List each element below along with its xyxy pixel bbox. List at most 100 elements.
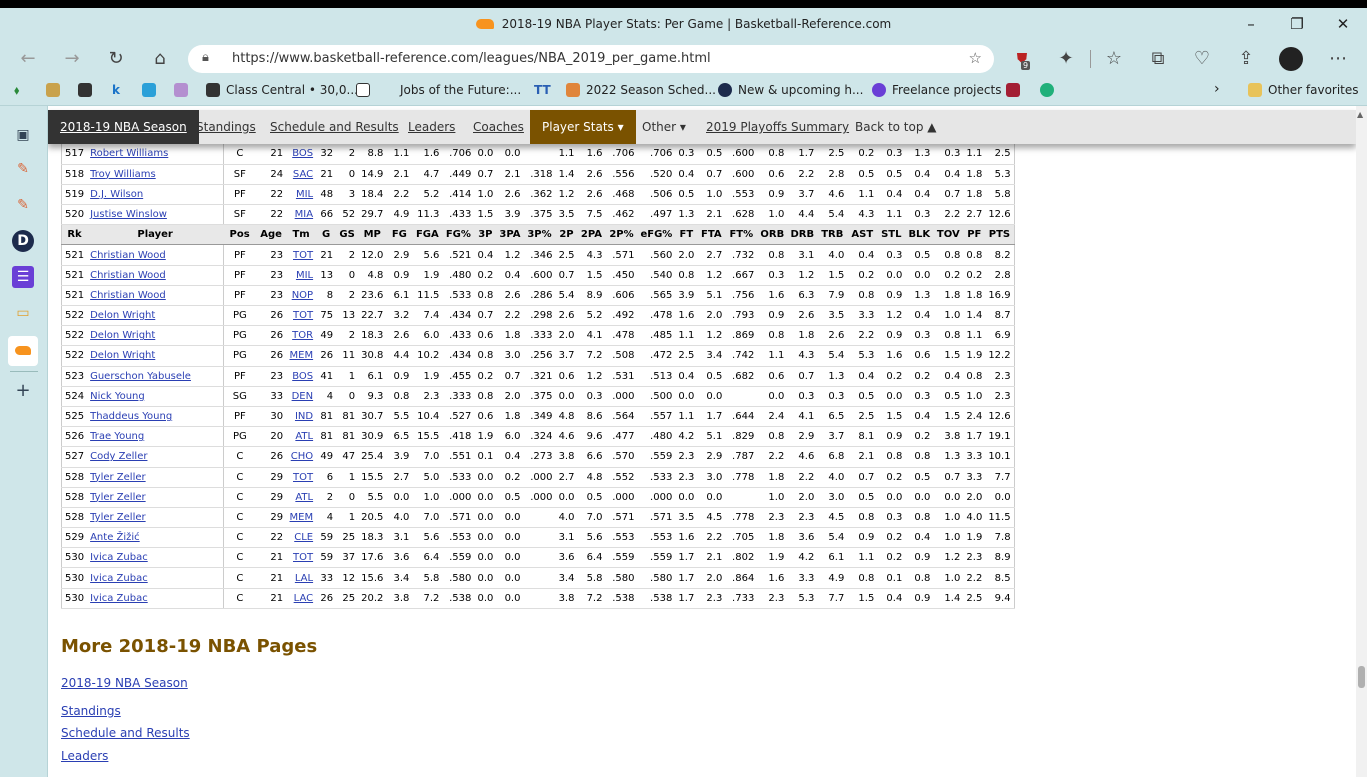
more-link-season[interactable]: 2018-19 NBA Season [61,676,188,690]
bookmark-freelance[interactable]: Freelance projects [872,83,1001,97]
add-tab-icon[interactable]: + [12,380,34,402]
team-link[interactable]: NOP [292,290,313,301]
tab-actions-icon[interactable]: ▣ [12,124,34,146]
column-header[interactable]: FT% [725,224,758,246]
green-shield-favicon-icon[interactable] [1040,83,1060,97]
sidebar-basketball-reference-tab[interactable] [8,336,38,366]
chevron-right-icon[interactable]: › [1214,81,1220,97]
team-link[interactable]: TOT [293,310,313,321]
team-link[interactable]: TOT [293,472,313,483]
column-header[interactable]: FTA [697,224,726,246]
player-link[interactable]: Justise Winslow [90,209,167,220]
close-icon[interactable]: ✕ [1328,14,1358,34]
stack-favicon-icon[interactable] [174,83,194,97]
nav-other[interactable]: Other ▾ [642,110,686,144]
player-link[interactable]: Ante Žižić [90,532,140,543]
collections-icon[interactable]: ⧉ [1146,48,1170,70]
scroll-up-icon[interactable]: ▲ [1357,110,1363,119]
column-header[interactable]: 2P% [605,224,638,246]
column-header[interactable]: AST [847,224,878,246]
team-link[interactable]: SAC [293,169,313,180]
home-icon[interactable]: ⌂ [148,48,172,70]
team-link[interactable]: MEM [290,350,314,361]
team-link[interactable]: ATL [295,492,313,503]
address-bar[interactable]: 🔒︎ https://www.basketball-reference.com/… [188,45,994,73]
back-icon[interactable]: ← [16,48,40,70]
extensions-icon[interactable]: ✦ [1054,48,1078,70]
player-link[interactable]: Delon Wright [90,310,155,321]
column-header[interactable]: 3P [474,224,497,246]
nav-season[interactable]: 2018-19 NBA Season [48,110,199,144]
player-link[interactable]: Tyler Zeller [90,492,146,503]
leaf-favicon-icon[interactable]: ⬧ [14,83,19,98]
sidebar-pencil-icon-2[interactable]: ✎ [12,194,34,216]
column-header[interactable]: Pos [223,224,257,246]
nav-schedule[interactable]: Schedule and Results [270,110,399,144]
team-link[interactable]: BOS [292,371,313,382]
team-link[interactable]: TOT [293,552,313,563]
k-favicon-icon[interactable]: k [112,83,120,97]
restore-icon[interactable]: ❐ [1282,14,1312,34]
nav-playoffs-summary[interactable]: 2019 Playoffs Summary [706,110,849,144]
player-link[interactable]: Delon Wright [90,330,155,341]
column-header[interactable]: FGA [412,224,443,246]
column-header[interactable]: FG [386,224,413,246]
column-header[interactable]: 2P [555,224,578,246]
column-header[interactable]: Tm [286,224,317,246]
share-icon[interactable]: ⇪ [1234,48,1258,70]
column-header[interactable]: 3PA [496,224,524,246]
mit-favicon-icon[interactable] [1006,83,1026,97]
team-link[interactable]: CLE [294,532,313,543]
column-header[interactable]: 3P% [523,224,556,246]
tt-favicon-icon[interactable]: TT [534,83,551,97]
player-link[interactable]: Thaddeus Young [90,411,172,422]
team-link[interactable]: TOT [293,250,313,261]
profile-avatar[interactable] [1279,47,1303,71]
team-link[interactable]: LAL [295,573,313,584]
other-favorites[interactable]: Other favorites [1248,83,1359,97]
player-link[interactable]: Christian Wood [90,250,166,261]
column-header[interactable]: Rk [61,224,88,246]
nav-coaches[interactable]: Coaches [473,110,524,144]
column-header[interactable]: GS [336,224,359,246]
team-link[interactable]: BOS [292,148,313,159]
player-link[interactable]: Christian Wood [90,290,166,301]
player-link[interactable]: Delon Wright [90,350,155,361]
column-header[interactable]: FT [675,224,698,246]
forward-icon[interactable]: → [60,48,84,70]
player-link[interactable]: Ivica Zubac [90,573,148,584]
column-header[interactable]: TOV [933,224,964,246]
page-scrollbar[interactable]: ▲ [1356,106,1367,777]
team-link[interactable]: MEM [290,512,314,523]
column-header[interactable]: eFG% [637,224,676,246]
player-link[interactable]: Ivica Zubac [90,552,148,563]
column-header[interactable]: ORB [757,224,788,246]
column-header[interactable]: PF [963,224,986,246]
team-link[interactable]: MIL [296,189,313,200]
column-header[interactable]: STL [877,224,906,246]
column-header[interactable]: MP [358,224,387,246]
browser-essentials-icon[interactable]: ♡ [1190,48,1214,70]
nav-player-stats[interactable]: Player Stats ▾ [530,110,636,144]
team-link[interactable]: TOR [292,330,313,341]
refresh-icon[interactable]: ↻ [104,48,128,70]
player-link[interactable]: Nick Young [90,391,145,402]
more-menu-icon[interactable]: ⋯ [1326,48,1350,70]
url-text[interactable]: https://www.basketball-reference.com/lea… [232,51,711,66]
team-link[interactable]: ATL [295,431,313,442]
column-header[interactable]: 2PA [577,224,606,246]
bookmark-jobs-future[interactable]: Jobs of the Future:... [356,83,521,97]
w-favicon-icon[interactable] [142,83,162,97]
player-link[interactable]: Tyler Zeller [90,512,146,523]
team-link[interactable]: CHO [291,451,313,462]
player-link[interactable]: Ivica Zubac [90,593,148,604]
team-link[interactable]: MIL [296,270,313,281]
column-header[interactable]: BLK [905,224,934,246]
printer-favicon-icon[interactable] [46,83,66,97]
sidebar-pencil-icon[interactable]: ✎ [12,158,34,180]
bookmark-new-upcoming[interactable]: New & upcoming h... [718,83,863,97]
team-link[interactable]: LAC [294,593,313,604]
nav-standings[interactable]: Standings [196,110,256,144]
nav-back-to-top[interactable]: Back to top ▲ [855,110,937,144]
sidebar-list-icon[interactable]: ☰ [12,266,34,288]
